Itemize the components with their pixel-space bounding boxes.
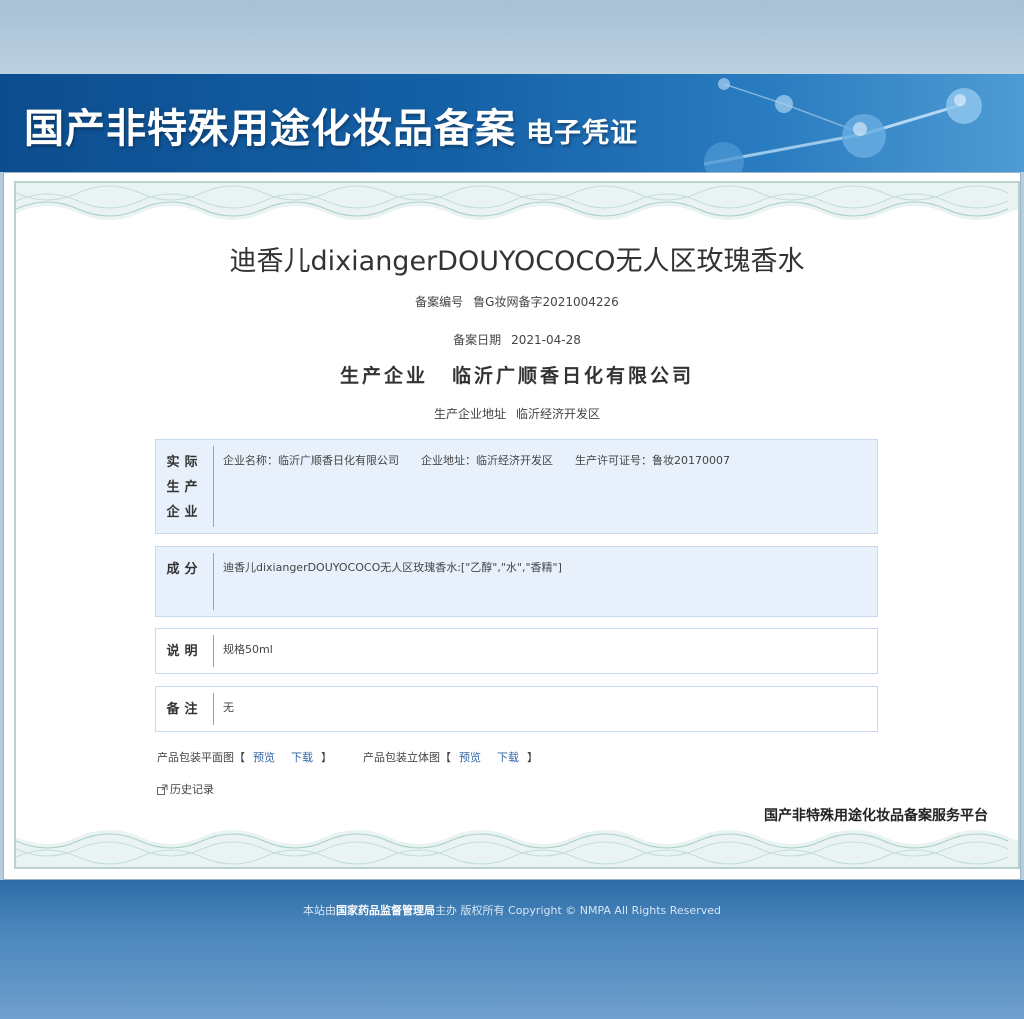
company-address-line: 生产企业地址 临沂经济开发区: [16, 405, 1018, 422]
footer-copyright: 本站由国家药品监督管理局主办 版权所有 Copyright © NMPA All…: [0, 902, 1024, 918]
filing-number-line: 备案编号 鲁G妆网备字2021004226: [16, 293, 1018, 310]
top-strip: [0, 0, 1024, 74]
producer-name-field: 企业名称：临沂广顺香日化有限公司: [223, 454, 399, 467]
remarks-heading: 备注: [156, 693, 214, 725]
ingredients-heading: 成分: [156, 553, 214, 610]
history-label: 历史记录: [170, 783, 214, 796]
heading-line: 实际: [166, 455, 203, 470]
company-line: 生产企业 临沂广顺香日化有限公司: [16, 361, 1018, 388]
filing-number-label: 备案编号: [415, 295, 464, 309]
platform-name: 国产非特殊用途化妆品备案服务平台: [764, 808, 988, 824]
banner-title: 国产非特殊用途化妆品备案 电子凭证: [24, 96, 638, 154]
filing-date-value: 2021-04-28: [511, 333, 581, 347]
certificate: 迪香儿dixiangerDOUYOCOCO无人区玫瑰香水 备案编号 鲁G妆网备字2…: [14, 181, 1020, 869]
filing-date-label: 备案日期: [453, 333, 502, 347]
flat-image-label: 产品包装平面图: [157, 751, 234, 764]
filing-number-value: 鲁G妆网备字2021004226: [473, 295, 619, 309]
bracket: 】: [321, 751, 332, 764]
page-footer: 本站由国家药品监督管理局主办 版权所有 Copyright © NMPA All…: [0, 880, 1024, 1019]
bracket: 】: [527, 751, 538, 764]
solid-image-label: 产品包装立体图: [363, 751, 440, 764]
history-link[interactable]: 历史记录: [157, 781, 214, 797]
solid-image-preview-link[interactable]: 预览: [459, 751, 481, 764]
remarks-section: 备注 无: [155, 686, 878, 732]
bracket: 【: [234, 751, 245, 764]
description-content: 规格50ml: [223, 643, 273, 656]
remarks-content: 无: [223, 701, 234, 714]
filing-date-line: 备案日期 2021-04-28: [16, 331, 1018, 348]
description-heading: 说明: [156, 635, 214, 667]
description-section: 说明 规格50ml: [155, 628, 878, 674]
guilloche-bottom-border: [16, 827, 1018, 867]
bracket: 【: [440, 751, 451, 764]
company-address-value: 临沂经济开发区: [516, 407, 601, 421]
product-name: 迪香儿dixiangerDOUYOCOCO无人区玫瑰香水: [229, 246, 805, 277]
actual-producer-section: 实际 生产 企业 企业名称：临沂广顺香日化有限公司 企业地址：临沂经济开发区 生产许…: [155, 439, 878, 534]
packaging-images-line: 产品包装平面图【 预览 下载】 产品包装立体图【 预览 下载】: [157, 749, 538, 765]
producer-license-field: 生产许可证号：鲁妆20170007: [575, 454, 730, 467]
external-link-icon: [157, 784, 168, 795]
heading-line: 生产: [166, 480, 203, 495]
ingredients-content: 迪香儿dixiangerDOUYOCOCO无人区玫瑰香水:["乙醇","水","…: [223, 561, 562, 574]
banner-subtitle: 电子凭证: [526, 118, 638, 149]
footer-org: 国家药品监督管理局: [336, 904, 436, 917]
footer-suffix: 主办 版权所有 Copyright © NMPA All Rights Rese…: [435, 904, 721, 917]
molecule-decoration-icon: [703, 78, 982, 172]
flat-image-preview-link[interactable]: 预览: [253, 751, 275, 764]
actual-producer-heading: 实际 生产 企业: [156, 446, 214, 527]
actual-producer-body: 企业名称：临沂广顺香日化有限公司 企业地址：临沂经济开发区 生产许可证号：鲁妆201…: [214, 440, 877, 533]
footer-prefix: 本站由: [303, 904, 337, 917]
company-label: 生产企业: [339, 365, 428, 387]
guilloche-top-border: [16, 183, 1018, 223]
ingredients-section: 成分 迪香儿dixiangerDOUYOCOCO无人区玫瑰香水:["乙醇","水…: [155, 546, 878, 617]
certificate-frame: 迪香儿dixiangerDOUYOCOCO无人区玫瑰香水 备案编号 鲁G妆网备字2…: [3, 172, 1021, 880]
heading-line: 企业: [166, 505, 203, 520]
company-address-label: 生产企业地址: [433, 407, 506, 421]
banner-title-text: 国产非特殊用途化妆品备案: [24, 105, 516, 152]
solid-image-download-link[interactable]: 下载: [497, 751, 519, 764]
producer-address-field: 企业地址：临沂经济开发区: [421, 454, 553, 467]
flat-image-download-link[interactable]: 下载: [291, 751, 313, 764]
company-value: 临沂广顺香日化有限公司: [452, 365, 695, 387]
header-banner: 国产非特殊用途化妆品备案 电子凭证: [0, 74, 1024, 172]
